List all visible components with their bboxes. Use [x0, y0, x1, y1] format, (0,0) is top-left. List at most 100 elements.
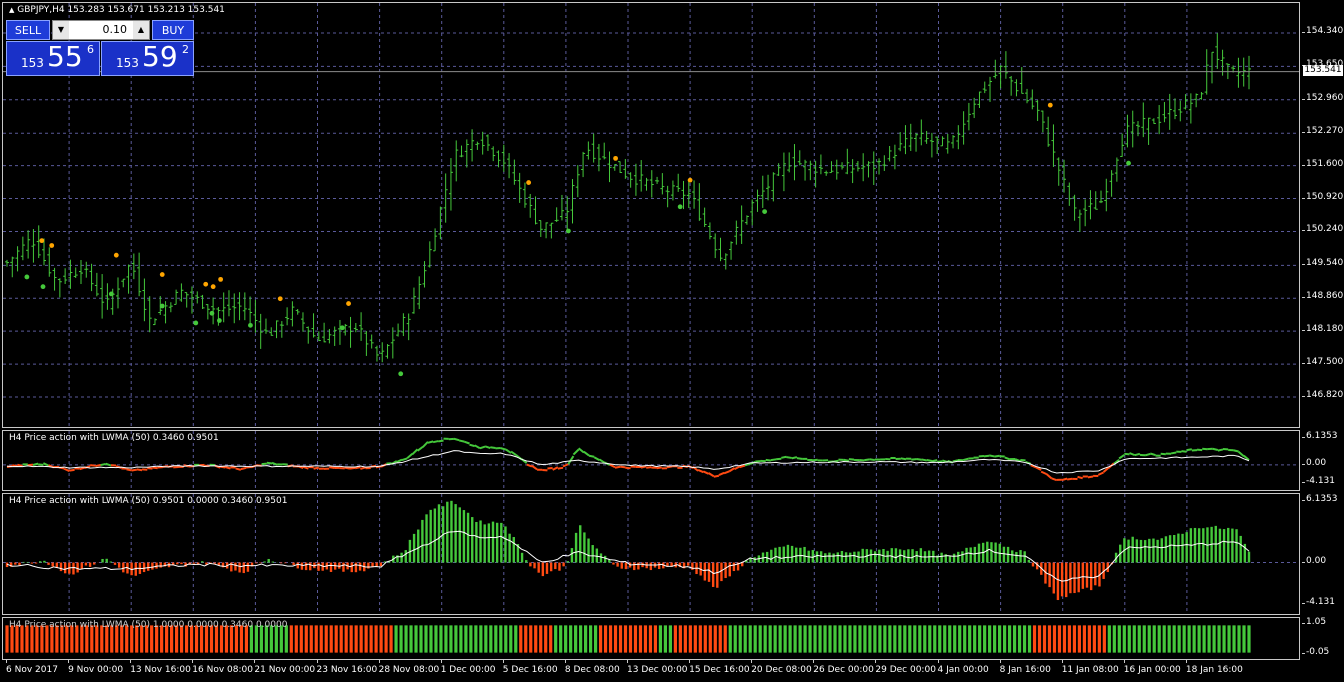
- ohlc-bar: [977, 91, 982, 109]
- time-tick-mark: [627, 660, 628, 663]
- signal-dot-green: [248, 322, 253, 328]
- ohlc-bar: [385, 344, 390, 359]
- indicator-line-segment: [79, 466, 86, 471]
- indicator-line-segment: [656, 466, 662, 470]
- signal-dot-green: [108, 291, 114, 297]
- indicator-line-segment: [552, 466, 559, 471]
- signal-dot-orange: [1047, 102, 1053, 108]
- ohlc-bar: [908, 123, 913, 151]
- ohlc-bar: [781, 152, 786, 192]
- price-tick-mark: [1302, 230, 1305, 232]
- indicator3-pane[interactable]: H4 Price action with LWMA (50) 1.0000 0.…: [2, 617, 1300, 660]
- sell-quote-fraction: 6: [87, 43, 94, 56]
- signal-dot-green: [398, 371, 404, 377]
- ohlc-bar: [623, 159, 628, 179]
- ohlc-bar: [639, 160, 644, 192]
- ohlc-bar: [1109, 170, 1114, 197]
- sell-quote[interactable]: 153 55 6: [6, 40, 100, 76]
- ohlc-bar: [533, 196, 538, 225]
- ohlc-bar: [147, 296, 152, 333]
- ohlc-bar: [226, 290, 231, 317]
- time-tick-mark: [813, 660, 815, 663]
- lot-size-field[interactable]: ▼ 0.10 ▲: [52, 20, 150, 40]
- ohlc-bar: [1236, 57, 1241, 88]
- indicator-line-segment: [593, 456, 600, 461]
- buy-quote-prefix: 153: [116, 56, 139, 70]
- signal-dot-orange: [203, 281, 209, 287]
- time-tick-label: 16 Jan 00:00: [1123, 665, 1181, 675]
- ohlc-bar: [993, 59, 998, 79]
- sell-button[interactable]: SELL: [6, 20, 50, 40]
- main-chart-pane[interactable]: ▲ GBPJPY,H4 153.283 153.671 153.213 153.…: [2, 2, 1300, 428]
- ohlc-bar: [115, 277, 120, 309]
- ohlc-bar: [903, 125, 908, 155]
- ohlc-bar: [26, 230, 31, 259]
- chart-menu-triangle-icon[interactable]: ▲: [9, 6, 14, 14]
- indicator2-title: H4 Price action with LWMA (50) 0.9501 0.…: [9, 496, 288, 506]
- indicator-line-segment: [921, 458, 928, 462]
- signal-dot-orange: [218, 276, 224, 282]
- indicator-line-segment: [1160, 452, 1166, 456]
- ohlc-bar: [702, 207, 707, 228]
- ohlc-bar: [845, 148, 850, 175]
- indicator-line-segment: [27, 463, 34, 467]
- indicator-line-segment: [136, 468, 143, 472]
- buy-button[interactable]: BUY: [152, 20, 194, 40]
- time-tick-label: 15 Dec 16:00: [689, 665, 750, 675]
- indicator-line-segment: [1196, 448, 1203, 452]
- signal-dot-orange: [277, 296, 283, 302]
- time-tick-mark: [689, 660, 691, 663]
- indicator-line-segment: [510, 450, 517, 456]
- indicator-tick-mark: [1302, 482, 1305, 483]
- ohlc-bar: [359, 312, 364, 341]
- indicator-line-segment: [422, 441, 429, 448]
- indicator-line-segment: [1004, 456, 1011, 461]
- price-tick-mark: [1302, 98, 1305, 100]
- indicator-line-segment: [411, 448, 419, 456]
- ohlc-bar: [364, 330, 369, 356]
- buy-quote[interactable]: 153 59 2: [101, 40, 194, 76]
- lot-decrease-icon[interactable]: ▼: [53, 21, 69, 39]
- ohlc-bar: [401, 313, 406, 337]
- indicator-tick-label: -4.131: [1306, 597, 1336, 607]
- ohlc-bar: [713, 233, 718, 259]
- ohlc-bar: [1077, 209, 1082, 232]
- indicator2-pane[interactable]: H4 Price action with LWMA (50) 0.9501 0.…: [2, 493, 1300, 615]
- lot-size-value[interactable]: 0.10: [71, 21, 131, 39]
- ohlc-bar: [322, 322, 327, 343]
- indicator-line-segment: [147, 467, 153, 470]
- ohlc-bar: [300, 312, 305, 332]
- indicator-line-segment: [640, 465, 647, 469]
- lot-increase-icon[interactable]: ▲: [133, 21, 149, 39]
- price-tick-mark: [1302, 363, 1305, 365]
- indicator-line-segment: [900, 457, 907, 461]
- indicator3-axis: 1.05 -0.05: [1302, 617, 1344, 660]
- time-tick-mark: [999, 660, 1001, 663]
- ohlc-bar: [459, 145, 464, 158]
- ohlc-bar: [951, 135, 956, 149]
- ohlc-bar: [665, 185, 670, 208]
- indicator-line-segment: [344, 466, 351, 470]
- ohlc-bar: [1083, 199, 1088, 227]
- ohlc-bar: [824, 170, 829, 176]
- ohlc-bar: [485, 134, 490, 151]
- price-tick-mark: [1302, 132, 1305, 134]
- signal-dot-orange: [687, 177, 693, 183]
- indicator-line-segment: [406, 452, 413, 459]
- ohlc-bar: [1025, 88, 1030, 104]
- indicator-line-segment: [572, 448, 580, 456]
- ohlc-bar: [855, 161, 860, 172]
- indicator-line-segment: [1186, 448, 1193, 452]
- ohlc-bar: [522, 182, 527, 208]
- time-tick-mark: [751, 660, 753, 663]
- ohlc-bar: [1215, 33, 1220, 69]
- ohlc-bar: [491, 146, 496, 162]
- ohlc-bar: [237, 292, 242, 321]
- ohlc-bar: [1125, 114, 1130, 148]
- indicator-line-segment: [469, 443, 475, 448]
- ohlc-bar: [972, 97, 977, 119]
- ohlc-bar: [89, 263, 94, 292]
- ohlc-bar: [279, 321, 284, 338]
- ohlc-bar: [343, 323, 348, 336]
- indicator1-pane[interactable]: H4 Price action with LWMA (50) 0.3460 0.…: [2, 430, 1300, 491]
